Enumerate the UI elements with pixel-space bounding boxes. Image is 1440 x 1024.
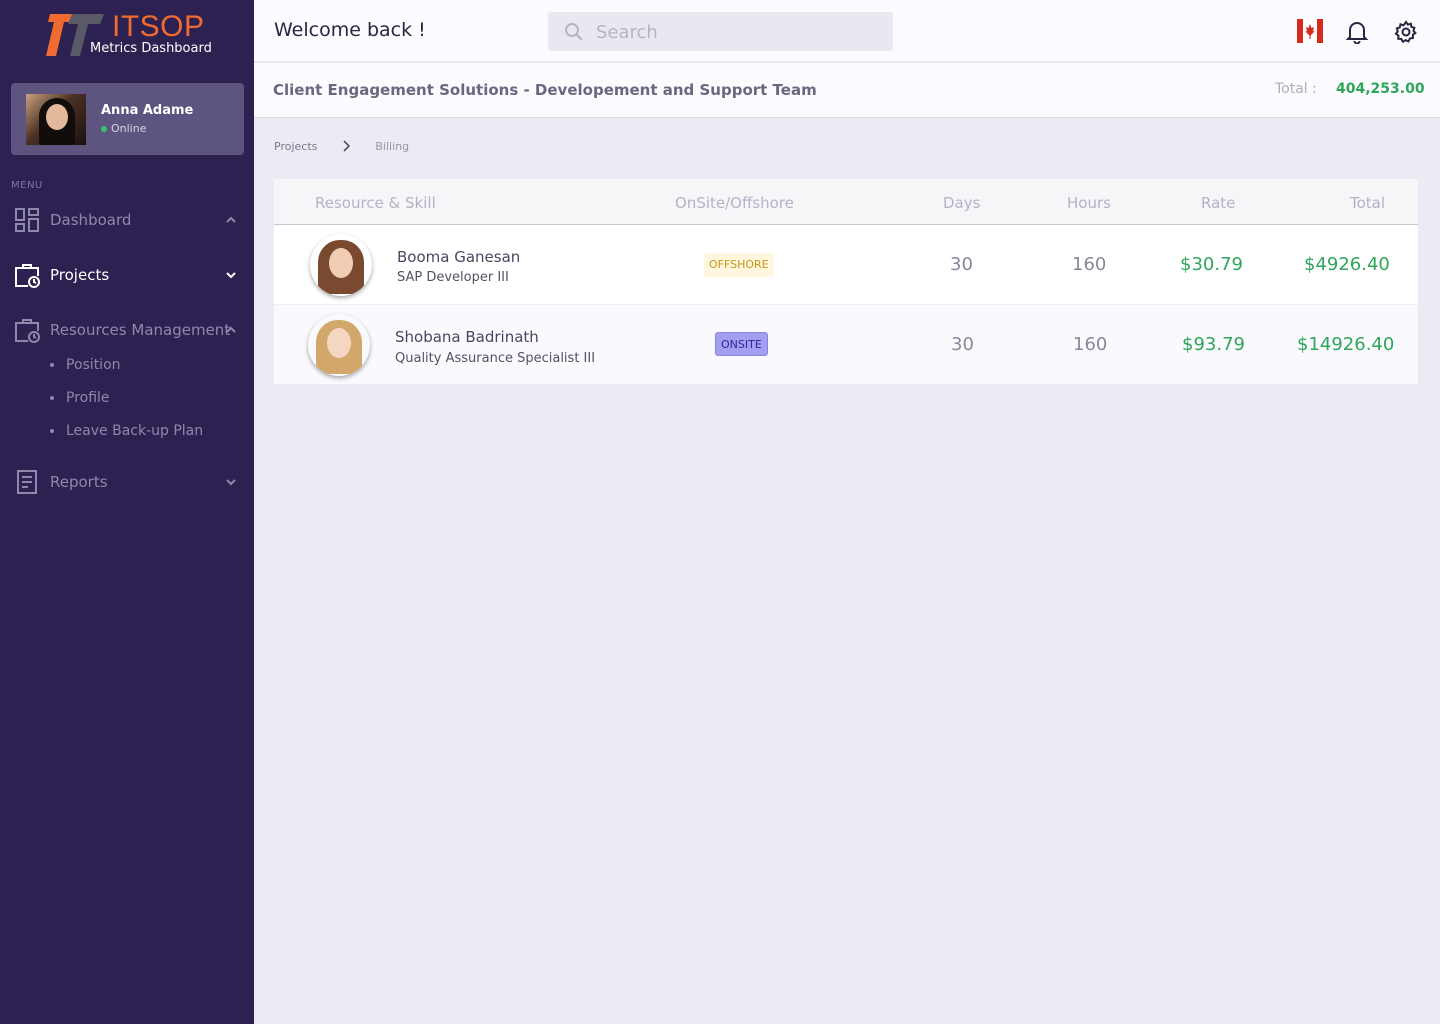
column-header-days[interactable]: Days [943,194,980,212]
column-header-total[interactable]: Total [1350,194,1385,212]
total-value: 404,253.00 [1336,81,1425,97]
resource-name: Booma Ganesan [397,248,521,266]
billing-table: Resource & Skill OnSite/Offshore Days Ho… [274,179,1418,385]
user-profile-card[interactable]: Anna Adame Online [11,83,244,155]
search-icon [565,23,583,41]
search-input[interactable] [596,18,876,46]
column-header-rate[interactable]: Rate [1201,194,1235,212]
bullet-icon [50,396,54,400]
breadcrumb-projects[interactable]: Projects [274,140,317,153]
sidebar-item-reports[interactable]: Reports [0,462,254,502]
hours-value: 160 [1072,254,1107,275]
avatar [310,234,372,296]
canada-flag-icon[interactable] [1297,19,1323,43]
hours-value: 160 [1073,334,1108,355]
avatar [26,94,86,145]
sidebar-subitem-leave-backup-plan[interactable]: Leave Back-up Plan [50,423,203,439]
sidebar-item-label: Dashboard [50,211,132,229]
sidebar-item-label: Reports [50,473,108,491]
sidebar-subitem-position[interactable]: Position [50,357,121,373]
app-logo[interactable]: ITSOP Metrics Dashboard [46,12,226,60]
sidebar-item-dashboard[interactable]: Dashboard [0,200,254,240]
avatar [308,314,370,376]
user-name: Anna Adame [101,103,194,118]
location-badge: ONSITE [715,332,768,356]
bullet-icon [50,363,54,367]
logo-title: ITSOP [112,10,205,43]
chevron-up-icon[interactable] [224,213,238,227]
menu-section-label: MENU [11,180,43,191]
resource-role: SAP Developer III [397,270,509,285]
search-box[interactable] [548,12,893,51]
breadcrumb: Projects Billing [274,139,409,153]
table-row[interactable]: Booma Ganesan SAP Developer III OFFSHORE… [274,225,1418,305]
user-status: Online [101,122,146,135]
column-header-resource-skill[interactable]: Resource & Skill [315,194,436,212]
sidebar-subitem-label: Profile [66,390,110,406]
sidebar-item-label: Projects [50,266,110,284]
column-header-hours[interactable]: Hours [1067,194,1111,212]
days-value: 30 [950,254,973,275]
bullet-icon [50,429,54,433]
total-value: $4926.40 [1304,254,1390,275]
breadcrumb-billing: Billing [375,139,410,153]
chevron-down-icon[interactable] [224,268,238,282]
sidebar-item-projects[interactable]: Projects [0,255,254,295]
days-value: 30 [951,334,974,355]
resource-name: Shobana Badrinath [395,328,539,346]
table-header: Resource & Skill OnSite/Offshore Days Ho… [274,179,1418,225]
document-icon [17,470,37,494]
gear-icon[interactable] [1394,20,1418,44]
location-badge: OFFSHORE [704,253,774,277]
team-title: Client Engagement Solutions - Developeme… [273,81,817,99]
resource-role: Quality Assurance Specialist III [395,351,596,366]
chevron-right-icon [343,140,351,152]
column-header-onsite-offshore[interactable]: OnSite/Offshore [675,194,794,212]
dashboard-grid-icon [15,208,39,232]
total-value: $14926.40 [1297,334,1395,355]
rate-value: $30.79 [1180,254,1243,275]
briefcase-clock-icon [15,319,40,343]
user-status-text: Online [111,122,147,135]
sidebar: ITSOP Metrics Dashboard Anna Adame Onlin… [0,0,254,1024]
team-summary-bar: Client Engagement Solutions - Developeme… [254,63,1440,118]
total-label: Total : [1275,81,1317,97]
sidebar-item-resources-management[interactable]: Resources Management [0,310,254,350]
briefcase-clock-icon [15,264,40,288]
online-status-dot-icon [101,125,107,132]
top-header: Welcome back ! [254,0,1440,62]
table-row[interactable]: Shobana Badrinath Quality Assurance Spec… [274,305,1418,385]
sidebar-subitem-label: Position [66,357,121,373]
welcome-message: Welcome back ! [274,19,426,41]
rate-value: $93.79 [1182,334,1245,355]
logo-subtitle: Metrics Dashboard [90,41,212,56]
chevron-down-icon[interactable] [224,475,238,489]
sidebar-subitem-profile[interactable]: Profile [50,390,110,406]
sidebar-item-label: Resources Management [50,321,231,339]
sidebar-subitem-label: Leave Back-up Plan [66,423,204,439]
chevron-up-icon[interactable] [224,323,238,337]
notification-bell-icon[interactable] [1346,20,1368,44]
